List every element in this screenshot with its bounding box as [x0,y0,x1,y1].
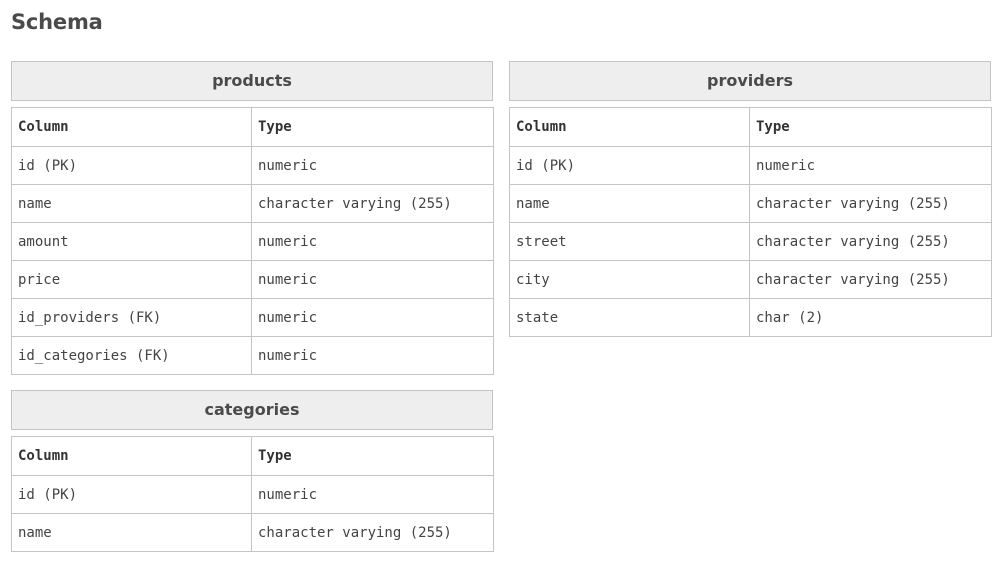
column-type-cell: numeric [251,336,494,375]
table-name: categories [11,390,493,430]
column-type-cell: character varying (255) [749,260,992,299]
table-row: name character varying (255) [509,184,992,223]
column-name-cell: state [509,298,750,337]
column-type-cell: numeric [251,475,494,514]
column-type-cell: numeric [749,146,992,185]
header-row: Column Type [11,107,494,147]
table-providers: providers Column Type id (PK) numeric na… [509,61,992,337]
column-name-cell: city [509,260,750,299]
header-row: Column Type [509,107,992,147]
table-row: id (PK) numeric [11,146,494,185]
type-header: Type [251,107,494,147]
column-type-cell: character varying (255) [251,184,494,223]
table-name: providers [509,61,991,101]
column-type-cell: character varying (255) [251,513,494,552]
column-header: Column [509,107,750,147]
column-type-cell: character varying (255) [749,184,992,223]
table-row: name character varying (255) [11,184,494,223]
table-row: name character varying (255) [11,513,494,552]
table-row: street character varying (255) [509,222,992,261]
column-type-cell: char (2) [749,298,992,337]
column-name-cell: street [509,222,750,261]
column-name-cell: id (PK) [11,475,252,514]
table-categories: categories Column Type id (PK) numeric n… [11,390,494,552]
column-name-cell: price [11,260,252,299]
table-row: id_providers (FK) numeric [11,298,494,337]
column-type-cell: character varying (255) [749,222,992,261]
table-row: id (PK) numeric [11,475,494,514]
column-name-cell: name [509,184,750,223]
column-name-cell: id_categories (FK) [11,336,252,375]
page-title: Schema [11,10,103,34]
column-type-cell: numeric [251,222,494,261]
column-type-cell: numeric [251,260,494,299]
header-row: Column Type [11,436,494,476]
column-name-cell: name [11,184,252,223]
table-row: price numeric [11,260,494,299]
column-name-cell: id (PK) [509,146,750,185]
table-name: products [11,61,493,101]
columns-grid: Column Type id (PK) numeric name charact… [509,107,992,337]
table-row: city character varying (255) [509,260,992,299]
columns-grid: Column Type id (PK) numeric name charact… [11,436,494,552]
type-header: Type [251,436,494,476]
column-header: Column [11,107,252,147]
table-row: amount numeric [11,222,494,261]
table-row: id_categories (FK) numeric [11,336,494,375]
column-type-cell: numeric [251,146,494,185]
column-name-cell: id (PK) [11,146,252,185]
columns-grid: Column Type id (PK) numeric name charact… [11,107,494,375]
column-header: Column [11,436,252,476]
column-name-cell: name [11,513,252,552]
column-type-cell: numeric [251,298,494,337]
column-name-cell: id_providers (FK) [11,298,252,337]
table-row: id (PK) numeric [509,146,992,185]
column-name-cell: amount [11,222,252,261]
table-row: state char (2) [509,298,992,337]
table-products: products Column Type id (PK) numeric nam… [11,61,494,375]
type-header: Type [749,107,992,147]
